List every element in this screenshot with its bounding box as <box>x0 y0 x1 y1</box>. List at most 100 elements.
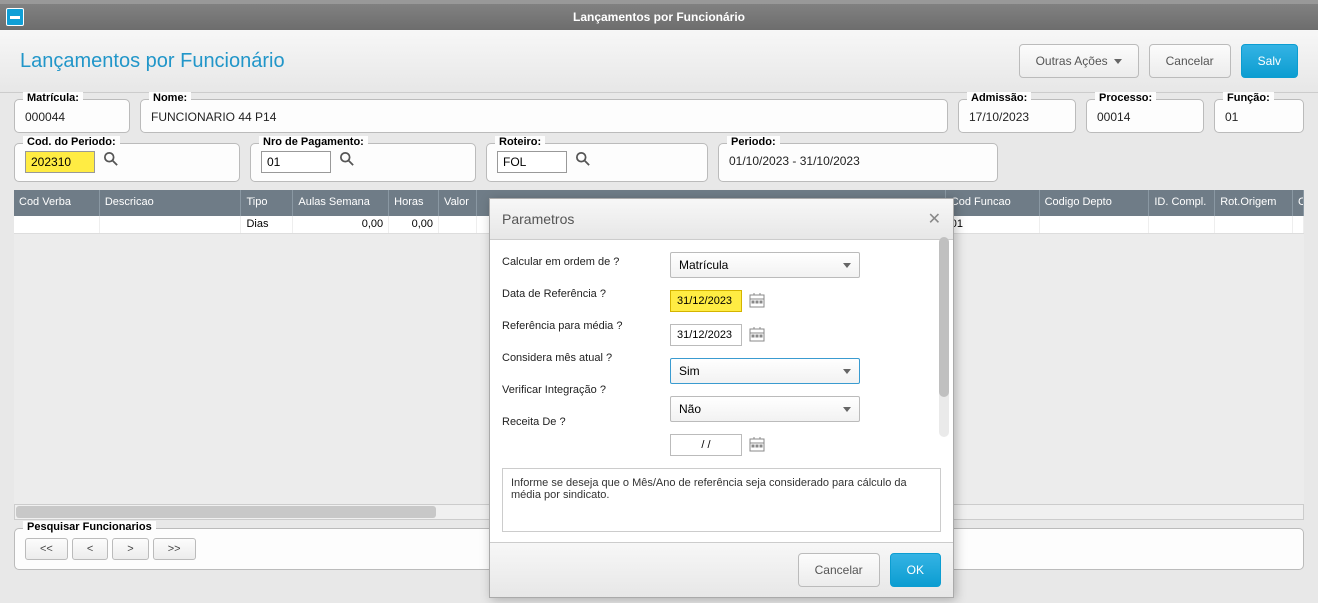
chevron-down-icon <box>843 263 851 268</box>
roteiro-input[interactable]: FOL <box>497 151 567 173</box>
nav-first-button[interactable]: << <box>25 538 68 560</box>
dialog-info-text: Informe se deseja que o Mês/Ano de refer… <box>502 468 941 532</box>
scroll-thumb[interactable] <box>939 237 949 397</box>
cod-periodo-input[interactable]: 202310 <box>25 151 95 173</box>
col-cod-depto[interactable]: Codigo Depto <box>1040 190 1150 216</box>
col-cod-funcao[interactable]: Cod Funcao <box>946 190 1040 216</box>
receita-input[interactable]: / / <box>670 434 742 456</box>
nav-next-button[interactable]: > <box>112 538 148 560</box>
consmes-value: Sim <box>679 364 700 378</box>
periodo-fieldset: Periodo: 01/10/2023 - 31/10/2023 <box>718 143 998 182</box>
salvar-button[interactable]: Salv <box>1241 44 1298 78</box>
col-id-compl[interactable]: ID. Compl. <box>1149 190 1215 216</box>
admissao-value: 17/10/2023 <box>969 106 1065 124</box>
scroll-thumb[interactable] <box>16 506 436 518</box>
admissao-label: Admissão: <box>967 92 1031 104</box>
consmes-select[interactable]: Sim <box>670 358 860 384</box>
funcao-value: 01 <box>1225 106 1293 124</box>
verifint-label: Verificar Integração ? <box>502 384 662 396</box>
nome-fieldset: Nome: FUNCIONARIO 44 P14 <box>140 99 948 133</box>
funcao-fieldset: Função: 01 <box>1214 99 1304 133</box>
cell-id-compl[interactable] <box>1149 216 1215 233</box>
col-valor[interactable]: Valor <box>439 190 477 216</box>
cell-cod-verba[interactable] <box>14 216 100 233</box>
dialog-cancelar-button[interactable]: Cancelar <box>798 553 880 587</box>
calendar-icon[interactable] <box>748 292 766 310</box>
search-icon[interactable] <box>102 150 120 168</box>
dialog-scrollbar[interactable] <box>939 237 949 437</box>
cancelar-label: Cancelar <box>1166 54 1214 68</box>
roteiro-label: Roteiro: <box>495 136 545 148</box>
cell-tipo[interactable]: Dias <box>241 216 293 233</box>
col-aulas[interactable]: Aulas Semana <box>293 190 389 216</box>
dataref-input[interactable]: 31/12/2023 <box>670 290 742 312</box>
cell-last[interactable] <box>1293 216 1304 233</box>
window-title: Lançamentos por Funcionário <box>0 10 1318 24</box>
calcular-label: Calcular em ordem de ? <box>502 256 662 268</box>
close-icon[interactable]: ✕ <box>928 209 941 229</box>
refmedia-label: Referência para média ? <box>502 320 662 332</box>
outras-acoes-label: Outras Ações <box>1036 54 1108 68</box>
cod-periodo-label: Cod. do Periodo: <box>23 136 120 148</box>
periodo-value: 01/10/2023 - 31/10/2023 <box>729 150 987 168</box>
col-last[interactable]: C <box>1293 190 1304 216</box>
funcao-label: Função: <box>1223 92 1274 104</box>
calcular-select[interactable]: Matrícula <box>670 252 860 278</box>
col-rot-origem[interactable]: Rot.Origem <box>1215 190 1293 216</box>
cod-periodo-fieldset: Cod. do Periodo: 202310 <box>14 143 240 182</box>
dataref-label: Data de Referência ? <box>502 288 662 300</box>
chevron-down-icon <box>843 369 851 374</box>
matricula-fieldset: Matrícula: 000044 <box>14 99 130 133</box>
verifint-select[interactable]: Não <box>670 396 860 422</box>
consmes-label: Considera mês atual ? <box>502 352 662 364</box>
nav-prev-button[interactable]: < <box>72 538 108 560</box>
receita-label: Receita De ? <box>502 416 662 428</box>
search-icon[interactable] <box>338 150 356 168</box>
nro-pag-label: Nro de Pagamento: <box>259 136 368 148</box>
col-descricao[interactable]: Descricao <box>100 190 242 216</box>
outras-acoes-button[interactable]: Outras Ações <box>1019 44 1139 78</box>
refmedia-input[interactable]: 31/12/2023 <box>670 324 742 346</box>
parametros-dialog: Parametros ✕ Calcular em ordem de ? Data… <box>489 198 954 598</box>
cell-cod-depto[interactable] <box>1040 216 1150 233</box>
verifint-value: Não <box>679 402 701 416</box>
cell-aulas[interactable]: 0,00 <box>293 216 389 233</box>
calendar-icon[interactable] <box>748 326 766 344</box>
cell-cod-funcao[interactable]: 01 <box>946 216 1040 233</box>
dialog-cancelar-label: Cancelar <box>815 563 863 577</box>
cell-horas[interactable]: 0,00 <box>389 216 439 233</box>
cell-rot-origem[interactable] <box>1215 216 1293 233</box>
periodo-label: Periodo: <box>727 136 780 148</box>
chevron-down-icon <box>843 407 851 412</box>
cancelar-button[interactable]: Cancelar <box>1149 44 1231 78</box>
roteiro-fieldset: Roteiro: FOL <box>486 143 708 182</box>
page-header: Lançamentos por Funcionário Outras Ações… <box>0 30 1318 93</box>
processo-label: Processo: <box>1095 92 1156 104</box>
salvar-label: Salv <box>1258 54 1281 68</box>
col-cod-verba[interactable]: Cod Verba <box>14 190 100 216</box>
cell-valor[interactable] <box>439 216 477 233</box>
search-title: Pesquisar Funcionarios <box>23 521 156 533</box>
cell-descricao[interactable] <box>100 216 242 233</box>
calendar-icon[interactable] <box>748 436 766 454</box>
nome-label: Nome: <box>149 92 191 104</box>
search-icon[interactable] <box>574 150 592 168</box>
processo-fieldset: Processo: 00014 <box>1086 99 1204 133</box>
col-horas[interactable]: Horas <box>389 190 439 216</box>
nro-pag-input[interactable]: 01 <box>261 151 331 173</box>
chevron-down-icon <box>1114 59 1122 64</box>
admissao-fieldset: Admissão: 17/10/2023 <box>958 99 1076 133</box>
nro-pag-fieldset: Nro de Pagamento: 01 <box>250 143 476 182</box>
page-title: Lançamentos por Funcionário <box>20 50 285 73</box>
dialog-header: Parametros ✕ <box>490 199 953 240</box>
matricula-value: 000044 <box>25 106 119 124</box>
calcular-value: Matrícula <box>679 258 728 272</box>
dialog-title: Parametros <box>502 211 574 227</box>
window-title-bar: Lançamentos por Funcionário <box>0 4 1318 30</box>
matricula-label: Matrícula: <box>23 92 83 104</box>
col-tipo[interactable]: Tipo <box>241 190 293 216</box>
dialog-ok-button[interactable]: OK <box>890 553 941 587</box>
nav-last-button[interactable]: >> <box>153 538 196 560</box>
dialog-ok-label: OK <box>907 563 924 577</box>
processo-value: 00014 <box>1097 106 1193 124</box>
